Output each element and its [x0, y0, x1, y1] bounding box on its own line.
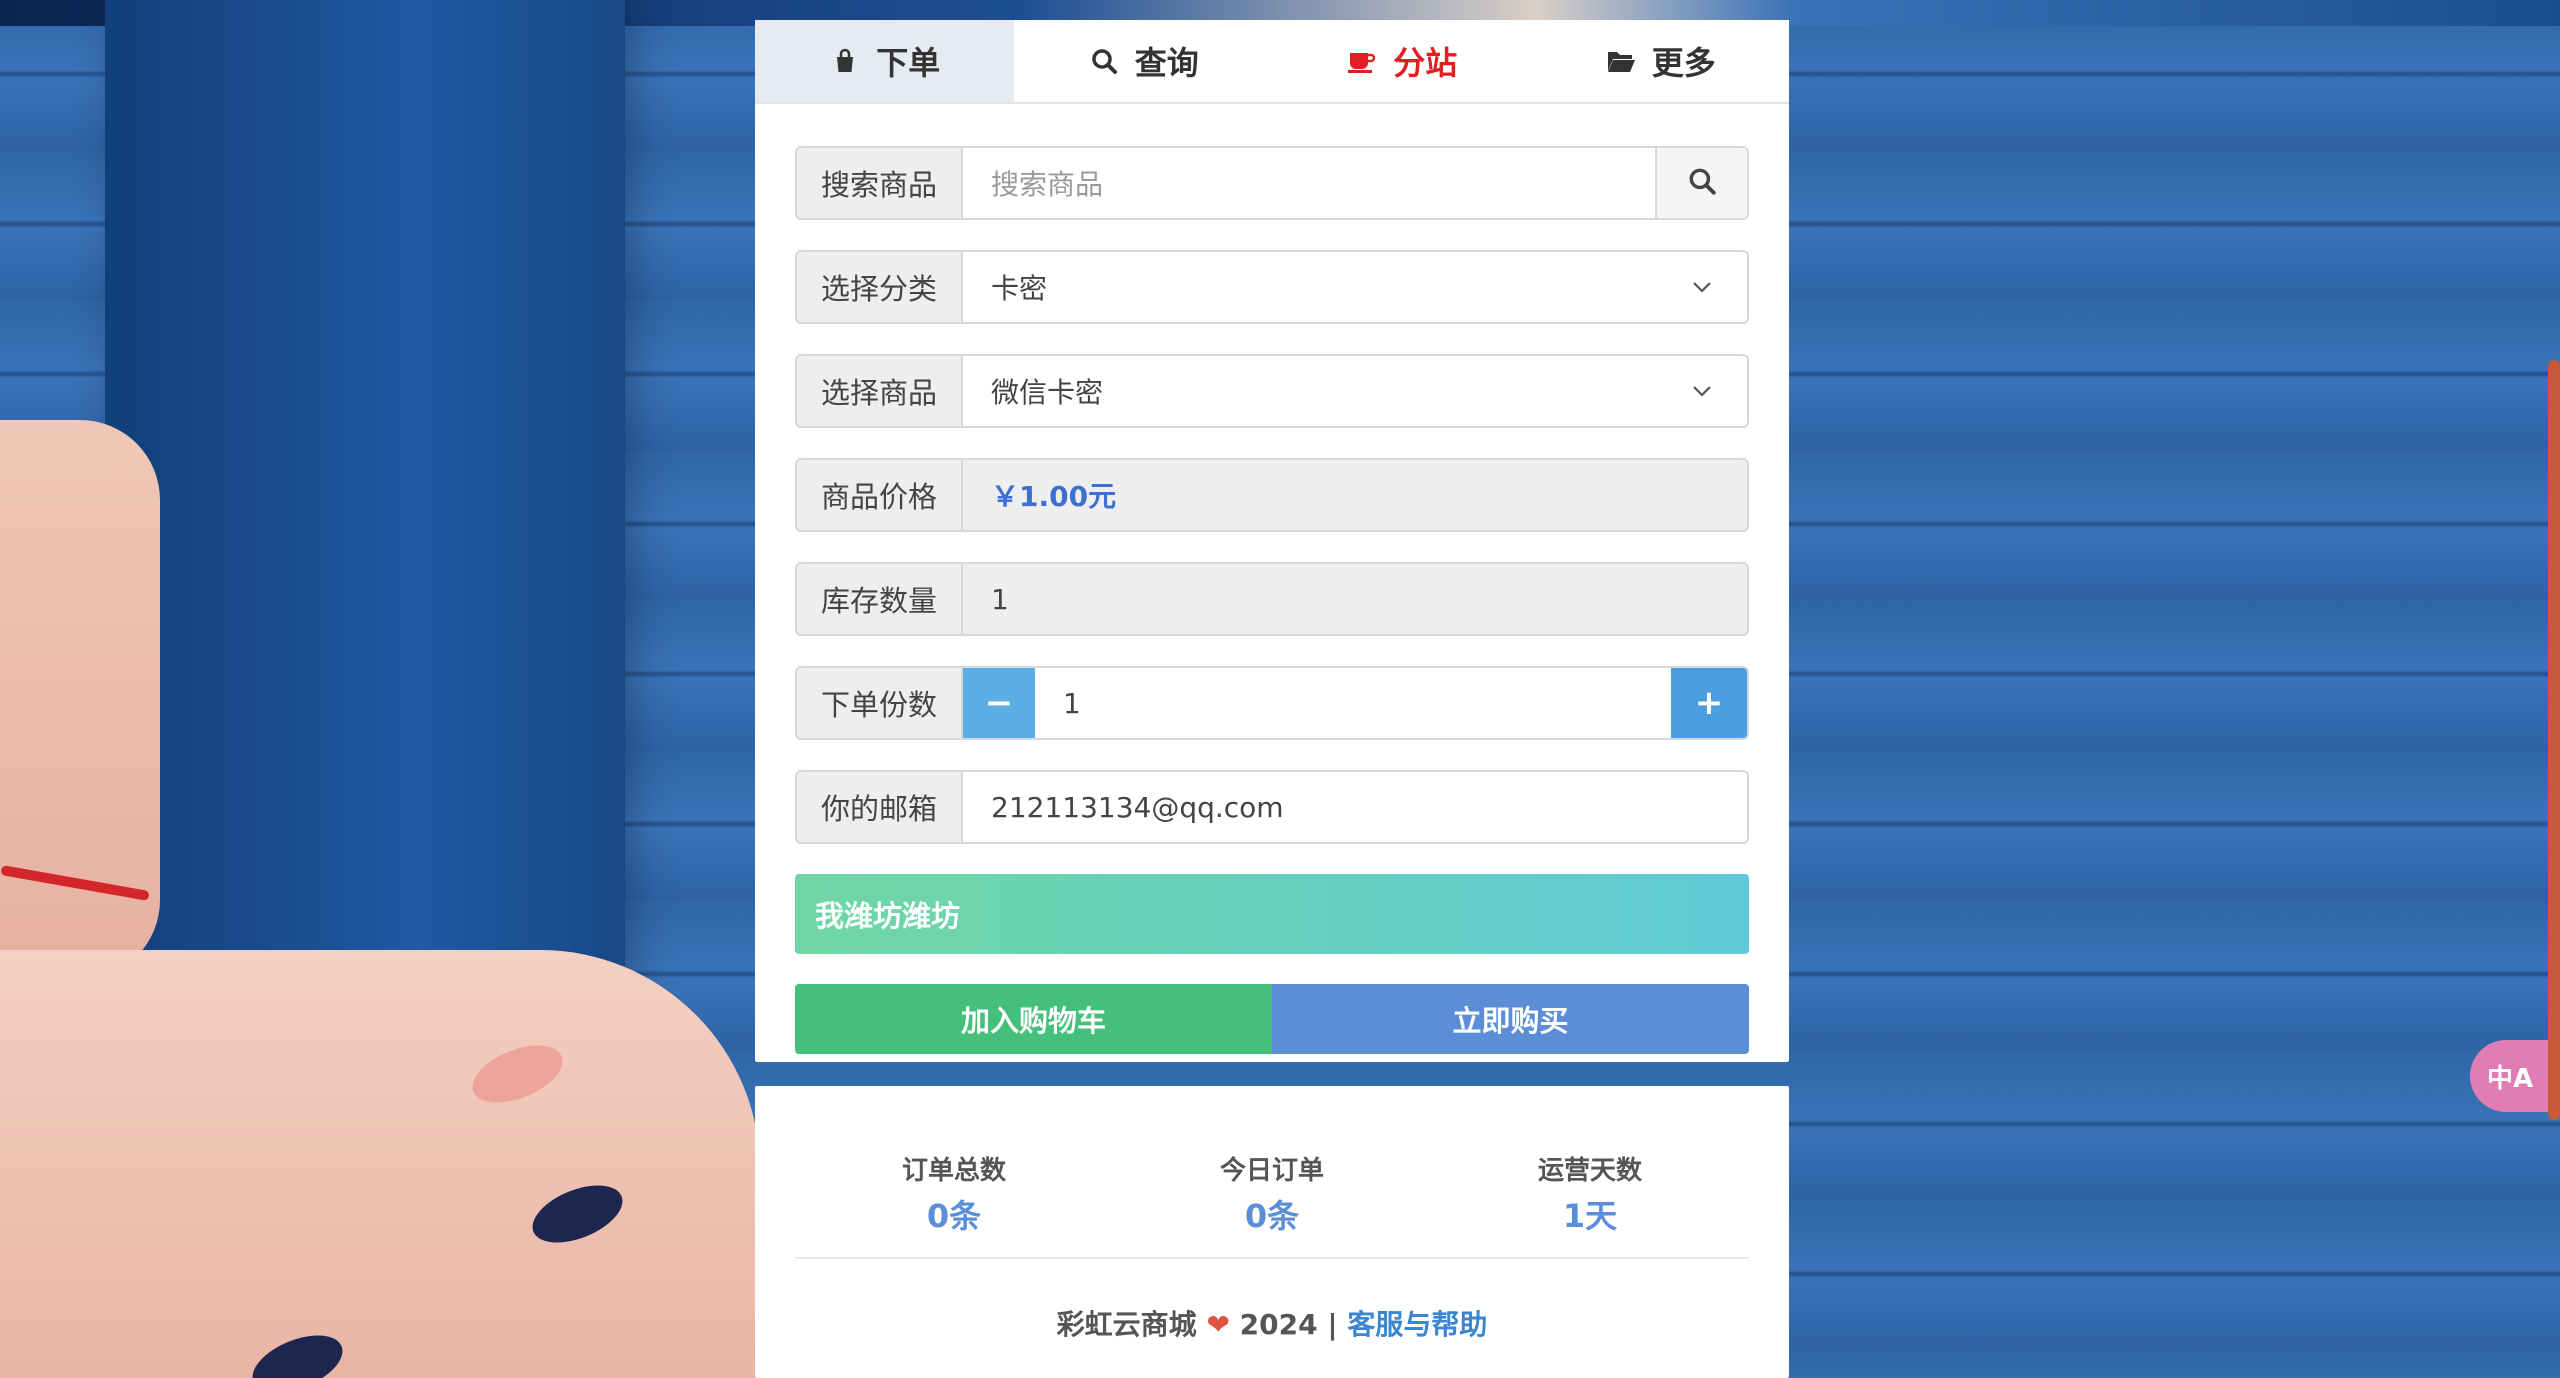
- product-label: 选择商品: [797, 356, 963, 426]
- stat-label: 订单总数: [901, 1156, 1006, 1186]
- footer-brand: 彩虹云商城: [1056, 1308, 1197, 1341]
- background-hand: [0, 950, 760, 1378]
- email-field[interactable]: 212113134@qq.com: [963, 772, 1747, 842]
- footer: 彩虹云商城 ❤ 2024 | 客服与帮助: [755, 1303, 1789, 1343]
- add-to-cart-button[interactable]: 加入购物车: [795, 984, 1272, 1054]
- price-row: 商品价格 ￥1.00元: [795, 458, 1749, 532]
- quantity-row: 下单份数 − 1 +: [795, 666, 1749, 740]
- tab-order-label: 下单: [876, 44, 941, 82]
- quantity-input[interactable]: 1: [1035, 668, 1671, 738]
- price-value: ￥1.00元: [963, 460, 1747, 530]
- stock-row: 库存数量 1: [795, 562, 1749, 636]
- translate-button[interactable]: 中A: [2470, 1040, 2550, 1112]
- stat-today-orders: 今日订单 0条: [1113, 1150, 1431, 1237]
- stock-label: 库存数量: [797, 564, 963, 634]
- search-label: 搜索商品: [797, 148, 963, 218]
- folder-open-icon: [1604, 44, 1638, 78]
- search-row: 搜索商品 搜索商品: [795, 146, 1749, 220]
- notice-banner: 我潍坊潍坊: [795, 874, 1749, 954]
- stat-operating-days: 运营天数 1天: [1431, 1150, 1749, 1237]
- tab-query-label: 查询: [1134, 44, 1199, 82]
- search-icon: [1087, 44, 1121, 78]
- nav-tabs: 下单 查询 分站 更多: [755, 20, 1789, 104]
- stat-value: 0条: [926, 1197, 982, 1235]
- heart-icon: ❤: [1206, 1308, 1230, 1341]
- stat-value: 1天: [1562, 1197, 1618, 1235]
- order-panel: 下单 查询 分站 更多 搜索商品 搜索商品 选择分类 卡密 选择商品 微信卡密 …: [755, 20, 1789, 1062]
- stats-grid: 订单总数 0条 今日订单 0条 运营天数 1天: [795, 1150, 1749, 1259]
- search-icon: [1687, 166, 1717, 200]
- shopping-bag-icon: [828, 44, 862, 78]
- stat-total-orders: 订单总数 0条: [795, 1150, 1113, 1237]
- search-button[interactable]: [1655, 148, 1747, 218]
- search-input[interactable]: 搜索商品: [963, 148, 1655, 218]
- product-select[interactable]: 微信卡密: [963, 356, 1747, 426]
- category-select[interactable]: 卡密: [963, 252, 1747, 322]
- help-link[interactable]: 客服与帮助: [1347, 1308, 1487, 1341]
- stock-value: 1: [963, 564, 1747, 634]
- category-row: 选择分类 卡密: [795, 250, 1749, 324]
- order-form: 搜索商品 搜索商品 选择分类 卡密 选择商品 微信卡密 商品价格 ￥1.00元 …: [755, 104, 1789, 1054]
- quantity-label: 下单份数: [797, 668, 963, 738]
- chevron-down-icon: [1685, 374, 1719, 408]
- chevron-down-icon: [1685, 270, 1719, 304]
- stats-panel: 订单总数 0条 今日订单 0条 运营天数 1天 彩虹云商城 ❤ 2024 | 客…: [755, 1086, 1789, 1378]
- tab-more-label: 更多: [1651, 44, 1716, 82]
- tab-query[interactable]: 查询: [1014, 20, 1273, 102]
- coffee-cup-icon: [1345, 44, 1379, 78]
- tab-substation-label: 分站: [1393, 44, 1458, 82]
- stat-value: 0条: [1244, 1197, 1300, 1235]
- price-label: 商品价格: [797, 460, 963, 530]
- stat-label: 运营天数: [1537, 1156, 1642, 1186]
- buy-now-button[interactable]: 立即购买: [1272, 984, 1749, 1054]
- category-label: 选择分类: [797, 252, 963, 322]
- footer-year: 2024 |: [1239, 1308, 1338, 1341]
- scrollbar[interactable]: [2548, 360, 2560, 1120]
- product-row: 选择商品 微信卡密: [795, 354, 1749, 428]
- tab-more[interactable]: 更多: [1531, 20, 1790, 102]
- tab-order[interactable]: 下单: [755, 20, 1014, 102]
- stat-label: 今日订单: [1219, 1156, 1324, 1186]
- email-label: 你的邮箱: [797, 772, 963, 842]
- product-value: 微信卡密: [991, 376, 1104, 409]
- category-value: 卡密: [991, 272, 1048, 305]
- quantity-decrement-button[interactable]: −: [963, 668, 1035, 738]
- action-buttons: 加入购物车 立即购买: [795, 984, 1749, 1054]
- quantity-increment-button[interactable]: +: [1671, 668, 1747, 738]
- email-row: 你的邮箱 212113134@qq.com: [795, 770, 1749, 844]
- tab-substation[interactable]: 分站: [1272, 20, 1531, 102]
